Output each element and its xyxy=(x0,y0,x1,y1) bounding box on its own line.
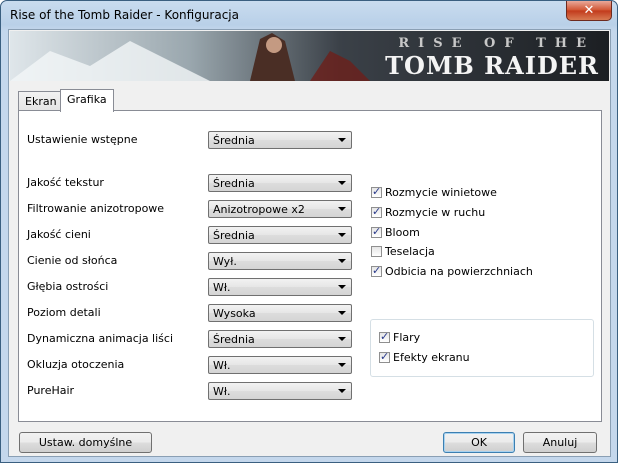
check-icon: ✓ xyxy=(372,264,382,277)
chevron-down-icon xyxy=(338,337,346,341)
sun-shadows-select[interactable]: Wył. xyxy=(208,252,352,270)
cancel-button[interactable]: Anuluj xyxy=(523,432,597,453)
setting-label: Filtrowanie anizotropowe xyxy=(27,202,165,215)
check-icon: ✓ xyxy=(372,225,382,238)
chevron-down-icon xyxy=(338,181,346,185)
setting-label: Cienie od słońca xyxy=(27,254,118,267)
setting-label: PureHair xyxy=(27,384,75,397)
chevron-down-icon xyxy=(338,363,346,367)
setting-label: Okluzja otoczenia xyxy=(27,358,125,371)
banner-logo-subtitle: RISE OF THE xyxy=(398,36,595,51)
texture-quality-select[interactable]: Średnia xyxy=(208,174,352,192)
level-of-detail-select[interactable]: Wysoka xyxy=(208,304,352,322)
checkbox-vignette-blur[interactable]: ✓ Rozmycie winietowe xyxy=(371,185,497,199)
dialog-client: RISE OF THE TOMB RAIDER Ekran Grafika Us… xyxy=(8,29,611,457)
screen-effects-group xyxy=(370,319,594,377)
check-icon: ✓ xyxy=(380,350,390,363)
setting-label: Jakość tekstur xyxy=(27,176,104,189)
checkbox-screen-effects[interactable]: ✓ Efekty ekranu xyxy=(379,350,470,364)
setting-label: Dynamiczna animacja liści xyxy=(27,332,174,345)
close-button[interactable]: ✕ xyxy=(566,1,612,21)
chevron-down-icon xyxy=(338,311,346,315)
chevron-down-icon xyxy=(338,259,346,263)
chevron-down-icon xyxy=(338,389,346,393)
check-icon: ✓ xyxy=(380,330,390,343)
chevron-down-icon xyxy=(338,233,346,237)
title-bar[interactable]: Rise of the Tomb Raider - Konfiguracja ✕ xyxy=(1,1,617,29)
restore-defaults-button[interactable]: Ustaw. domyślne xyxy=(19,432,152,453)
tab-grafika[interactable]: Grafika xyxy=(60,89,114,112)
purehair-select[interactable]: Wł. xyxy=(208,382,352,400)
checkbox-motion-blur[interactable]: ✓ Rozmycie w ruchu xyxy=(371,205,485,219)
tab-ekran[interactable]: Ekran xyxy=(18,91,64,112)
preset-select[interactable]: Średnia xyxy=(208,131,352,149)
check-icon: ✓ xyxy=(372,205,382,218)
checkbox-lens-flares[interactable]: ✓ Flary xyxy=(379,330,420,344)
shadow-quality-select[interactable]: Średnia xyxy=(208,226,352,244)
preset-label: Ustawienie wstępne xyxy=(27,133,138,146)
checkbox-surface-reflections[interactable]: ✓ Odbicia na powierzchniach xyxy=(371,264,533,278)
depth-of-field-select[interactable]: Wł. xyxy=(208,278,352,296)
check-icon: ✓ xyxy=(372,185,382,198)
ambient-occlusion-select[interactable]: Wł. xyxy=(208,356,352,374)
checkbox-tessellation[interactable]: Teselacja xyxy=(371,245,435,258)
foliage-animation-select[interactable]: Średnia xyxy=(208,330,352,348)
close-icon: ✕ xyxy=(583,3,595,18)
game-banner: RISE OF THE TOMB RAIDER xyxy=(10,31,609,81)
config-window: Rise of the Tomb Raider - Konfiguracja ✕ xyxy=(0,0,618,463)
window-title: Rise of the Tomb Raider - Konfiguracja xyxy=(10,8,239,22)
graphics-tab-panel: Ustawienie wstępne Średnia Jakość tekstu… xyxy=(18,110,602,422)
setting-label: Jakość cieni xyxy=(27,228,91,241)
chevron-down-icon xyxy=(338,138,346,142)
checkbox-bloom[interactable]: ✓ Bloom xyxy=(371,225,420,239)
setting-label: Głębia ostrości xyxy=(27,280,109,293)
chevron-down-icon xyxy=(338,285,346,289)
setting-label: Poziom detali xyxy=(27,306,101,319)
chevron-down-icon xyxy=(338,207,346,211)
anisotropic-filtering-select[interactable]: Anizotropowe x2 xyxy=(208,200,352,218)
ok-button[interactable]: OK xyxy=(443,432,515,453)
banner-logo-title: TOMB RAIDER xyxy=(385,51,599,80)
